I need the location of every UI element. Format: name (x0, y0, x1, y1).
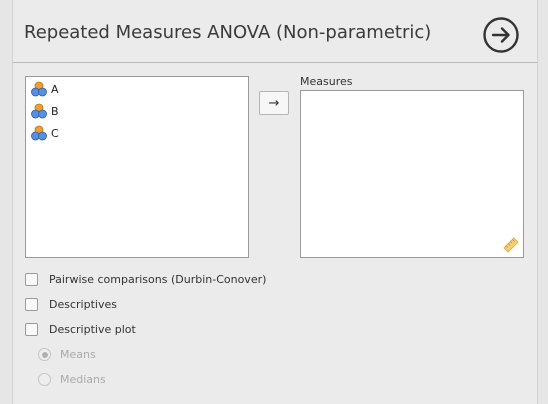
variable-label: B (51, 104, 59, 118)
move-to-measures-button[interactable]: → (259, 91, 289, 115)
list-item[interactable]: A (31, 80, 59, 98)
list-item[interactable]: C (31, 124, 59, 142)
descriptive-plot-label: Descriptive plot (49, 323, 136, 336)
measures-list[interactable] (300, 90, 524, 258)
measures-label: Measures (300, 75, 353, 88)
ruler-icon (503, 237, 519, 253)
continuous-variable-icon (31, 81, 47, 97)
variable-label: A (51, 82, 59, 96)
means-label: Means (60, 348, 96, 361)
analysis-options-panel: Repeated Measures ANOVA (Non-parametric)… (12, 0, 538, 404)
checkbox-box[interactable] (25, 298, 38, 311)
checkbox-box[interactable] (25, 323, 38, 336)
descriptive-plot-checkbox[interactable]: Descriptive plot (25, 323, 136, 336)
page-title: Repeated Measures ANOVA (Non-parametric) (24, 22, 432, 43)
medians-label: Medians (60, 373, 106, 386)
pairwise-comparisons-checkbox[interactable]: Pairwise comparisons (Durbin-Conover) (25, 273, 266, 286)
checkbox-box[interactable] (25, 273, 38, 286)
continuous-variable-icon (31, 125, 47, 141)
list-item[interactable]: B (31, 102, 59, 120)
means-radio[interactable]: Means (38, 348, 96, 361)
arrow-circle-right-icon (483, 17, 519, 53)
run-arrow-button[interactable] (482, 16, 520, 54)
radio-button[interactable] (38, 373, 51, 386)
continuous-variable-icon (31, 103, 47, 119)
variable-label: C (51, 126, 59, 140)
radio-selected-dot (41, 351, 48, 358)
descriptives-checkbox[interactable]: Descriptives (25, 298, 117, 311)
pairwise-comparisons-label: Pairwise comparisons (Durbin-Conover) (49, 273, 267, 286)
descriptives-label: Descriptives (49, 298, 117, 311)
panel-header: Repeated Measures ANOVA (Non-parametric) (13, 0, 537, 63)
medians-radio[interactable]: Medians (38, 373, 106, 386)
radio-button[interactable] (38, 348, 51, 361)
source-variables-list[interactable]: A B C (25, 76, 249, 258)
